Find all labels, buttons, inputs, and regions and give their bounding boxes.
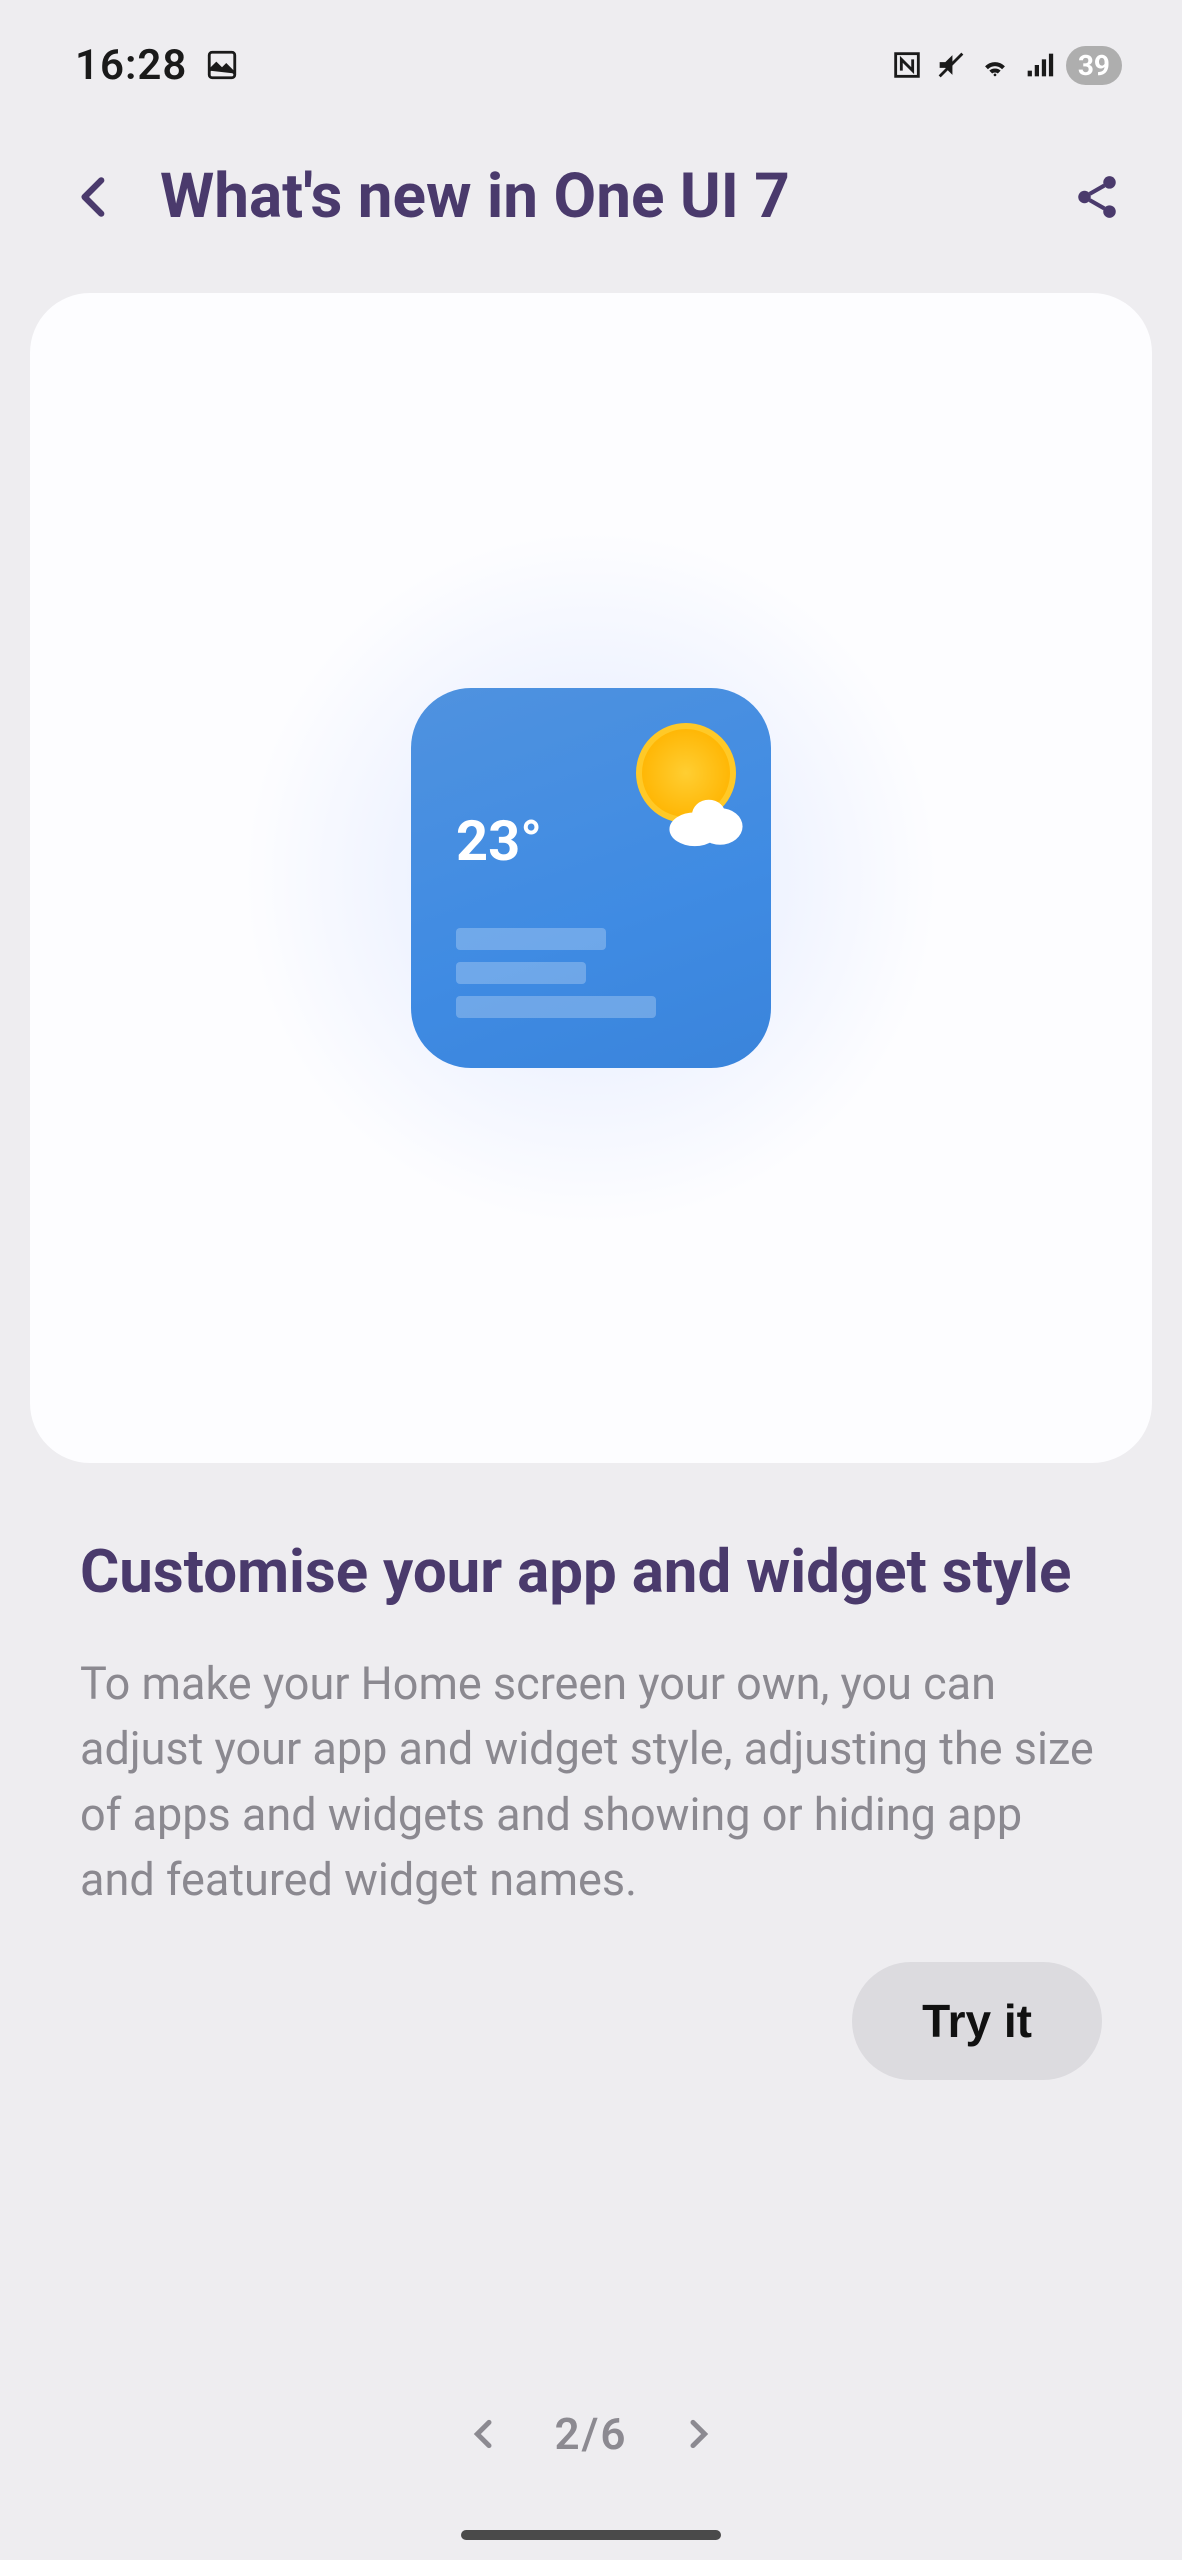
status-bar: 16:28 39 <box>0 0 1182 100</box>
pager: 2/6 <box>0 2408 1182 2460</box>
nav-handle[interactable] <box>461 2530 721 2540</box>
prev-page-icon[interactable] <box>464 2414 504 2454</box>
placeholder-line <box>456 962 586 984</box>
cloud-icon <box>661 788 751 852</box>
status-right: 39 <box>890 46 1122 85</box>
back-icon[interactable] <box>70 172 120 222</box>
preview-card: 23° <box>30 293 1152 1463</box>
signal-icon <box>1022 48 1056 82</box>
mute-icon <box>934 48 968 82</box>
share-icon[interactable] <box>1072 172 1122 222</box>
placeholder-line <box>456 928 606 950</box>
temperature-value: 23° <box>456 808 542 874</box>
status-left: 16:28 <box>75 41 239 90</box>
status-time: 16:28 <box>75 41 187 90</box>
try-it-button[interactable]: Try it <box>852 1962 1102 2080</box>
pager-label: 2/6 <box>554 2408 627 2460</box>
page-header: What's new in One UI 7 <box>0 100 1182 273</box>
content-description: To make your Home screen your own, you c… <box>80 1651 1102 1912</box>
nfc-icon <box>890 48 924 82</box>
placeholder-lines <box>456 928 656 1018</box>
page-title: What's new in One UI 7 <box>160 160 1072 233</box>
gallery-icon <box>205 48 239 82</box>
weather-widget-preview: 23° <box>411 688 771 1068</box>
placeholder-line <box>456 996 656 1018</box>
content-section: Customise your app and widget style To m… <box>0 1483 1182 1912</box>
content-title: Customise your app and widget style <box>80 1533 1102 1611</box>
wifi-icon <box>978 48 1012 82</box>
next-page-icon[interactable] <box>678 2414 718 2454</box>
battery-indicator: 39 <box>1066 46 1122 85</box>
